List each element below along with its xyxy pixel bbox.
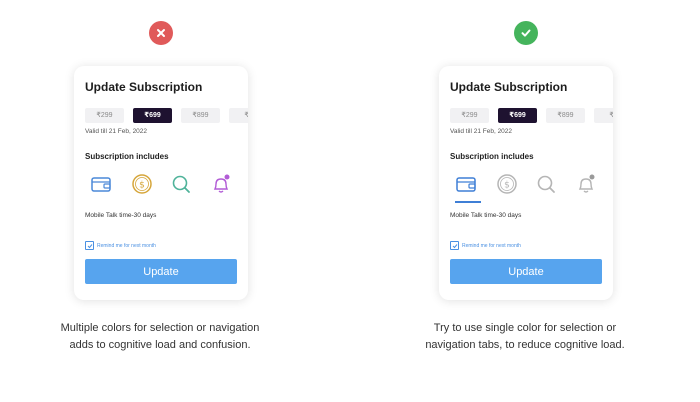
wallet-icon[interactable] [455,173,481,203]
price-tab[interactable]: ₹299 [450,108,489,123]
update-button[interactable]: Update [450,259,602,284]
cross-icon [149,21,173,45]
remind-option[interactable]: Remind me for next month [450,241,521,250]
check-icon [514,21,538,45]
price-tab[interactable]: ₹1 [229,108,248,123]
caption-line: Try to use single color for selection or [433,322,617,334]
wallet-icon[interactable] [90,173,116,199]
price-tabs: ₹299 ₹699 ₹899 ₹1 [450,108,613,123]
correct-example-panel: Update Subscription ₹299 ₹699 ₹899 ₹1 Va… [350,0,700,402]
price-tabs: ₹299 ₹699 ₹899 ₹1 [85,108,248,123]
talk-time-text: Mobile Talk time-30 days [450,212,522,219]
price-tab[interactable]: ₹1 [594,108,613,123]
remind-checkbox[interactable] [85,241,94,250]
caption-line: navigation tabs, to reduce cognitive loa… [425,339,625,351]
rupee-coin-icon[interactable]: $ [496,173,522,199]
caption: Try to use single color for selection or… [375,320,675,354]
bell-icon[interactable] [210,173,236,199]
card-title: Update Subscription [450,80,568,94]
validity-text: Valid till 21 Feb, 2022 [450,128,513,135]
price-tab[interactable]: ₹899 [181,108,220,123]
includes-heading: Subscription includes [85,152,169,161]
price-tab[interactable]: ₹899 [546,108,585,123]
svg-text:$: $ [139,181,145,191]
caption-line: Multiple colors for selection or navigat… [60,322,260,334]
svg-text:$: $ [504,181,510,191]
incorrect-example-panel: Update Subscription ₹299 ₹699 ₹899 ₹1 Va… [0,0,350,402]
price-tab-selected[interactable]: ₹699 [133,108,172,123]
includes-heading: Subscription includes [450,152,534,161]
validity-text: Valid till 21 Feb, 2022 [85,128,148,135]
remind-label: Remind me for next month [462,242,521,249]
subscription-card: Update Subscription ₹299 ₹699 ₹899 ₹1 Va… [74,66,248,300]
talk-time-text: Mobile Talk time-30 days [85,212,157,219]
remind-label: Remind me for next month [97,242,156,249]
search-icon[interactable] [535,173,561,199]
search-icon[interactable] [170,173,196,199]
remind-checkbox[interactable] [450,241,459,250]
remind-option[interactable]: Remind me for next month [85,241,156,250]
feature-icons: $ [450,173,610,203]
update-button[interactable]: Update [85,259,237,284]
selected-underline [455,201,481,203]
bell-icon[interactable] [575,173,601,199]
caption: Multiple colors for selection or navigat… [10,320,310,354]
subscription-card: Update Subscription ₹299 ₹699 ₹899 ₹1 Va… [439,66,613,300]
price-tab-selected[interactable]: ₹699 [498,108,537,123]
caption-line: adds to cognitive load and confusion. [69,339,251,351]
feature-icons: $ [85,173,245,203]
price-tab[interactable]: ₹299 [85,108,124,123]
card-title: Update Subscription [85,80,203,94]
rupee-coin-icon[interactable]: $ [131,173,157,199]
